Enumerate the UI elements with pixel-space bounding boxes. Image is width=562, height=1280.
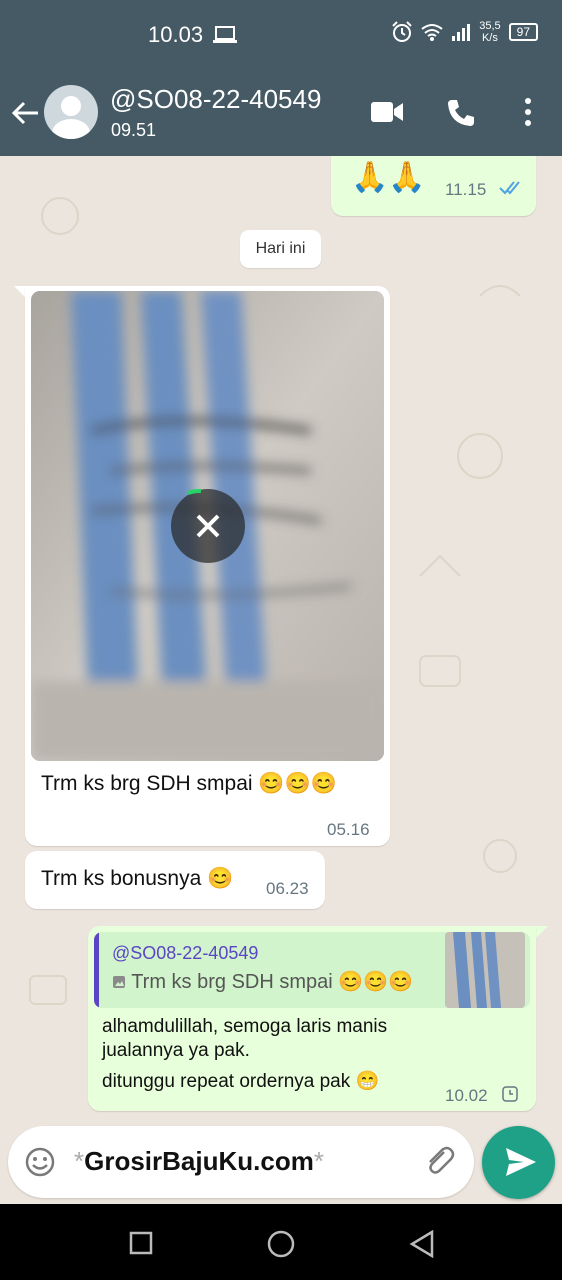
net-speed: 35,5 K/s <box>479 20 500 44</box>
cancel-download-button[interactable] <box>171 488 245 563</box>
message-time: 06.23 <box>266 879 309 898</box>
message-input[interactable]: *GrosirBajuKu.com* <box>74 1146 324 1177</box>
send-button[interactable] <box>482 1126 555 1199</box>
signal-icon <box>452 24 471 41</box>
status-bar: 10.03 35,5 K/s 97 <box>0 0 562 68</box>
laptop-icon <box>213 26 237 43</box>
alarm-icon <box>392 21 412 42</box>
bold-marker: * <box>74 1146 85 1176</box>
battery-level: 97 <box>508 23 538 41</box>
default-avatar-icon <box>52 96 90 139</box>
net-speed-unit: K/s <box>481 32 498 44</box>
thumbnail-image <box>445 932 525 1008</box>
quote-author: @SO08-22-40549 <box>112 943 259 963</box>
chat-header: @SO08-22-40549 09.51 <box>0 68 562 156</box>
emoji-icon[interactable] <box>24 1146 56 1178</box>
quote-caption: Trm ks brg SDH smpai 😊😊😊 <box>131 971 413 993</box>
phone-call-icon[interactable] <box>446 98 476 128</box>
last-seen: 09.51 <box>111 120 157 140</box>
message-text: 🙏🙏 <box>351 161 426 194</box>
quote-text: Trm ks brg SDH smpai 😊😊😊 <box>112 969 413 994</box>
bubble-tail <box>536 926 548 938</box>
more-options-icon[interactable] <box>516 96 540 128</box>
date-divider: Hari ini <box>240 230 321 268</box>
message-text: Trm ks bonusnya 😊 <box>41 867 234 890</box>
bold-marker: * <box>313 1146 324 1176</box>
quoted-message[interactable]: @SO08-22-40549 Trm ks brg SDH smpai 😊😊😊 <box>94 932 530 1008</box>
close-icon <box>187 488 220 538</box>
attachment-icon[interactable] <box>422 1144 456 1178</box>
system-navigation-bar <box>0 1204 562 1280</box>
received-image[interactable] <box>31 291 384 761</box>
outgoing-reply-message[interactable]: @SO08-22-40549 Trm ks brg SDH smpai 😊😊😊 … <box>88 926 536 1111</box>
message-time: 10.02 <box>445 1086 488 1105</box>
quote-accent-bar <box>94 932 99 1008</box>
clock-pending-icon <box>502 1086 518 1102</box>
image-caption: Trm ks brg SDH smpai 😊😊😊 <box>41 772 337 795</box>
incoming-message[interactable]: Trm ks bonusnya 😊 06.23 <box>25 851 325 909</box>
net-speed-value: 35,5 <box>479 20 501 32</box>
outgoing-message[interactable]: 🙏🙏 11.15 <box>331 156 536 216</box>
message-time: 11.15 <box>445 180 487 199</box>
message-text-line: ditunggu repeat ordernya pak 😁 <box>102 1071 380 1092</box>
home-icon[interactable] <box>267 1230 295 1258</box>
quote-thumbnail <box>445 932 525 1008</box>
nav-back-icon[interactable] <box>409 1230 435 1258</box>
message-text-line: jualannya ya pak. <box>102 1040 250 1061</box>
input-value: GrosirBajuKu.com <box>84 1146 314 1176</box>
recent-apps-icon[interactable] <box>129 1231 153 1255</box>
message-text-line: alhamdulillah, semoga laris manis <box>102 1016 388 1037</box>
read-receipt-icon <box>499 181 520 195</box>
message-composer[interactable]: *GrosirBajuKu.com* <box>8 1126 474 1198</box>
send-icon <box>506 1148 536 1176</box>
image-icon <box>113 976 125 988</box>
wifi-icon <box>421 24 443 41</box>
back-arrow-icon[interactable] <box>8 96 42 130</box>
contact-name[interactable]: @SO08-22-40549 <box>110 84 321 115</box>
chat-area[interactable]: 🙏🙏 11.15 Hari ini Trm ks brg SDH smpai 😊… <box>0 156 562 1204</box>
status-time: 10.03 <box>148 22 204 47</box>
incoming-image-message[interactable]: Trm ks brg SDH smpai 😊😊😊 05.16 <box>25 286 390 846</box>
message-time: 05.16 <box>327 820 370 839</box>
video-call-icon[interactable] <box>370 100 404 124</box>
avatar[interactable] <box>44 85 98 139</box>
